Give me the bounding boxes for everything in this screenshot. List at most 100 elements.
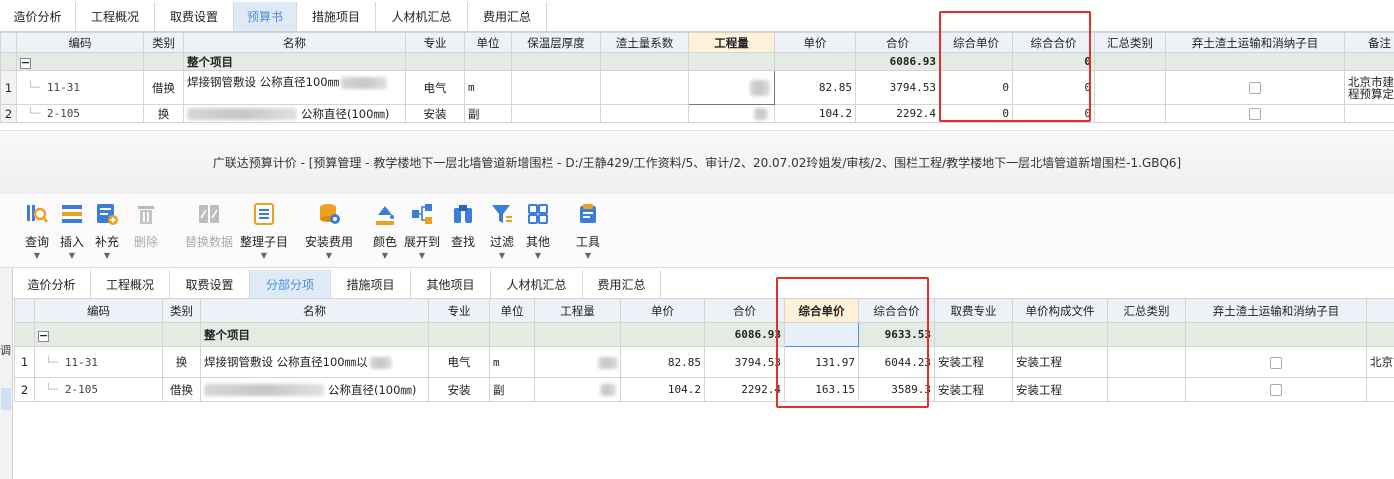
header-name[interactable]: 名称 (200, 298, 429, 323)
row-quantity[interactable] (688, 104, 775, 123)
row-unit[interactable]: m (489, 346, 535, 378)
row-major[interactable]: 电气 (405, 70, 465, 105)
table-row[interactable]: 1 └─ 11-31 换 焊接钢管敷设 公称直径100㎜以 电气 m 82.85… (14, 346, 1394, 378)
tab-other-items[interactable]: 其他项目 (411, 270, 491, 299)
row-remark[interactable]: 北京市建设程预算定额 (1344, 70, 1394, 105)
header-muck-transport[interactable]: 弃土渣土运输和消纳子目 (1165, 32, 1345, 53)
row-quantity-input[interactable] (688, 70, 775, 105)
header-summary-category[interactable]: 汇总类别 (1107, 298, 1186, 323)
tab-measures[interactable]: 措施项目 (331, 270, 411, 299)
row-unit-price[interactable]: 104.2 (620, 377, 705, 402)
header-code[interactable]: 编码 (16, 32, 144, 53)
muck-transport-checkbox[interactable] (1270, 384, 1282, 396)
row-name[interactable]: 焊接钢管敷设 公称直径100㎜以 (200, 346, 429, 378)
row-quantity[interactable] (534, 346, 621, 378)
row-major[interactable]: 电气 (428, 346, 490, 378)
header-unit[interactable]: 单位 (464, 32, 512, 53)
header-unit-price[interactable]: 单价 (774, 32, 856, 53)
replace-data-button[interactable]: 替换数据 (180, 202, 238, 250)
tab-cost-analysis-top[interactable]: 造价分析 (0, 2, 76, 31)
row-summary-category[interactable] (1094, 104, 1166, 123)
header-remark[interactable]: 备注 (1344, 32, 1394, 53)
tab-cost-analysis[interactable]: 造价分析 (13, 270, 91, 299)
row-unit-price[interactable]: 82.85 (774, 70, 856, 105)
table-row[interactable]: 2 └─ 2-105 换 公称直径(100㎜) 安装 副 104.2 2292.… (0, 104, 1394, 123)
row-muck-transport[interactable] (1185, 377, 1367, 402)
collapse-toggle-icon[interactable]: − (20, 57, 31, 69)
row-muck-transport[interactable] (1165, 104, 1345, 123)
row-fee-major[interactable]: 安装工程 (934, 377, 1013, 402)
muck-transport-checkbox[interactable] (1249, 108, 1261, 120)
row-remark[interactable]: 北京市 (1366, 346, 1394, 378)
row-type[interactable]: 换 (143, 104, 184, 123)
header-combined-total[interactable]: 综合合价 (1012, 32, 1095, 53)
row-remark[interactable] (1366, 377, 1394, 402)
header-combined-unit-price[interactable]: 综合单价 (939, 32, 1013, 53)
header-combined-total[interactable]: 综合合价 (858, 298, 935, 323)
header-combined-unit-price[interactable]: 综合单价 (784, 298, 859, 323)
row-unit[interactable]: 副 (489, 377, 535, 402)
row-composition-file[interactable]: 安装工程 (1012, 377, 1108, 402)
collapse-toggle-icon[interactable]: − (38, 330, 49, 342)
delete-button[interactable]: 删除 (117, 202, 175, 250)
header-type[interactable]: 类别 (143, 32, 184, 53)
table-row[interactable]: 1 └─ 11-31 借换 焊接钢管敷设 公称直径100㎜ 电气 m 82.85… (0, 70, 1394, 105)
header-name[interactable]: 名称 (183, 32, 406, 53)
row-insulation-thickness[interactable] (511, 70, 601, 105)
header-insulation-thickness[interactable]: 保温层厚度 (511, 32, 601, 53)
tab-fee-summary-top[interactable]: 费用汇总 (468, 2, 547, 31)
row-name[interactable]: 公称直径(100㎜) (200, 377, 429, 402)
row-unit-price[interactable]: 82.85 (620, 346, 705, 378)
row-composition-file[interactable]: 安装工程 (1012, 346, 1108, 378)
row-summary-category[interactable] (1107, 346, 1186, 378)
header-remark[interactable] (1366, 298, 1394, 323)
row-muck-factor[interactable] (600, 104, 689, 123)
muck-transport-checkbox[interactable] (1249, 82, 1261, 94)
row-unit-price[interactable]: 104.2 (774, 104, 856, 123)
header-total-price[interactable]: 合价 (704, 298, 785, 323)
row-unit[interactable]: 副 (464, 104, 512, 123)
row-fee-major[interactable]: 安装工程 (934, 346, 1013, 378)
row-major[interactable]: 安装 (428, 377, 490, 402)
row-muck-transport[interactable] (1185, 346, 1367, 378)
header-total-price[interactable]: 合价 (855, 32, 940, 53)
table-row[interactable]: 2 └─ 2-105 借换 公称直径(100㎜) 安装 副 104.2 2292… (14, 377, 1394, 402)
row-type[interactable]: 换 (162, 346, 201, 378)
header-fee-major[interactable]: 取费专业 (934, 298, 1013, 323)
header-quantity[interactable]: 工程量 (688, 32, 775, 53)
top-total-row[interactable]: − 整个项目 6086.93 0 (0, 52, 1394, 71)
row-quantity[interactable] (534, 377, 621, 402)
tab-labor-material-top[interactable]: 人材机汇总 (376, 2, 468, 31)
selected-cell[interactable] (784, 322, 859, 347)
row-name[interactable]: 公称直径(100㎜) (183, 104, 406, 123)
tab-labor-material[interactable]: 人材机汇总 (491, 270, 583, 299)
row-code[interactable]: └─ 11-31 (16, 70, 144, 105)
row-remark[interactable] (1344, 104, 1394, 123)
tab-fee-settings[interactable]: 取费设置 (170, 270, 250, 299)
header-quantity[interactable]: 工程量 (534, 298, 621, 323)
row-type[interactable]: 借换 (143, 70, 184, 105)
install-fee-button[interactable]: 安装费用 ▼ (300, 202, 358, 260)
header-major[interactable]: 专业 (428, 298, 490, 323)
row-major[interactable]: 安装 (405, 104, 465, 123)
header-unit[interactable]: 单位 (489, 298, 535, 323)
muck-transport-checkbox[interactable] (1270, 356, 1282, 369)
header-unit-price[interactable]: 单价 (620, 298, 705, 323)
bottom-total-row[interactable]: − 整个项目 6086.93 9633.53 (14, 322, 1394, 347)
tools-button[interactable]: 工具 ▼ (559, 202, 617, 260)
header-composition-file[interactable]: 单价构成文件 (1012, 298, 1108, 323)
left-side-panel[interactable]: 调 (0, 268, 13, 479)
header-code[interactable]: 编码 (34, 298, 163, 323)
header-muck-transport[interactable]: 弃土渣土运输和消纳子目 (1185, 298, 1367, 323)
tab-project-overview[interactable]: 工程概况 (91, 270, 170, 299)
row-muck-transport[interactable] (1165, 70, 1345, 105)
tab-sub-items[interactable]: 分部分项 (250, 270, 331, 299)
row-summary-category[interactable] (1107, 377, 1186, 402)
row-code[interactable]: └─ 2-105 (16, 104, 144, 123)
header-summary-category[interactable]: 汇总类别 (1094, 32, 1166, 53)
row-code[interactable]: └─ 11-31 (34, 346, 163, 378)
tab-fee-summary[interactable]: 费用汇总 (583, 270, 661, 299)
row-summary-category[interactable] (1094, 70, 1166, 105)
header-type[interactable]: 类别 (162, 298, 201, 323)
row-unit[interactable]: m (464, 70, 512, 105)
